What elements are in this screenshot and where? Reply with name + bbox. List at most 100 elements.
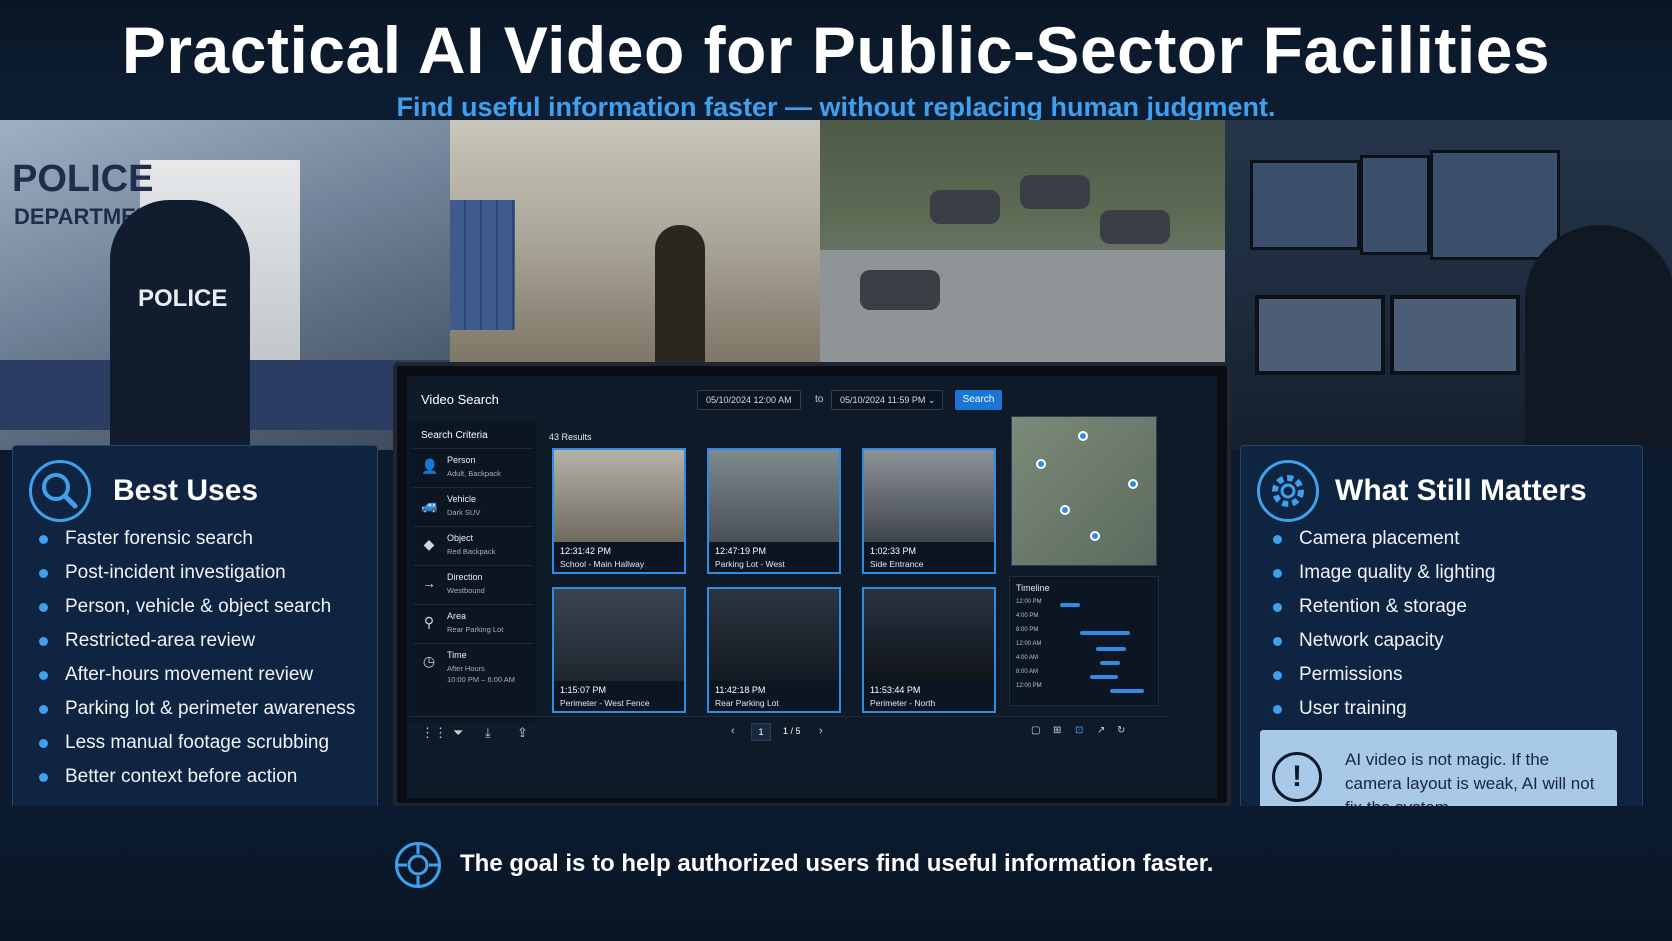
date-to-field[interactable]: 05/10/2024 11:59 PM ⌄ <box>831 390 943 410</box>
best-uses-item: Person, vehicle & object search <box>39 590 355 624</box>
arrow-right-icon: → <box>422 575 436 591</box>
criteria-title: Search Criteria <box>421 430 488 441</box>
prev-page-icon[interactable]: ‹ <box>731 725 735 737</box>
criteria-value: Dark SUV <box>447 508 481 517</box>
what-still-matters-item: Image quality & lighting <box>1273 556 1495 590</box>
best-uses-item: Better context before action <box>39 760 355 794</box>
best-uses-item: Less manual footage scrubbing <box>39 726 355 760</box>
map-pin-icon[interactable] <box>1036 459 1046 469</box>
student-figure <box>655 225 705 365</box>
result-thumbnail[interactable]: 12:31:42 PM School - Main Hallway <box>552 448 686 574</box>
result-thumbnail[interactable]: 11:42:18 PM Rear Parking Lot <box>707 587 841 713</box>
what-still-matters-list: Camera placement Image quality & lighting… <box>1273 522 1495 726</box>
timeline-event-bar[interactable] <box>1096 647 1126 651</box>
timeline-title: Timeline <box>1016 583 1050 593</box>
criteria-value: After Hours <box>447 664 485 673</box>
page-subtitle: Find useful information faster — without… <box>396 92 1276 122</box>
police-wall-sign: POLICE <box>12 158 154 200</box>
date-separator: to <box>815 394 824 405</box>
lockers <box>450 200 515 330</box>
result-location: Rear Parking Lot <box>715 698 779 708</box>
police-officer-figure <box>110 200 250 450</box>
timeline-label: 12:00 PM <box>1016 599 1042 605</box>
thumbnail-image <box>709 450 839 542</box>
result-time: 11:42:18 PM <box>715 685 766 695</box>
crosshair-icon <box>395 842 441 888</box>
parked-car <box>1020 175 1090 209</box>
expand-icon[interactable]: ↗ <box>1097 725 1105 736</box>
grid-icon[interactable]: ⋮⋮ <box>421 725 447 741</box>
criteria-item-direction[interactable]: → Direction Westbound <box>413 565 533 603</box>
criteria-name: Direction <box>447 572 483 582</box>
refresh-icon[interactable]: ↻ <box>1117 725 1125 736</box>
next-page-icon[interactable]: › <box>819 725 823 737</box>
best-uses-item: Restricted-area review <box>39 624 355 658</box>
date-from-field[interactable]: 05/10/2024 12:00 AM <box>697 390 801 410</box>
layout-single-icon[interactable]: ▢ <box>1031 725 1040 736</box>
what-still-matters-item: Camera placement <box>1273 522 1495 556</box>
criteria-item-vehicle[interactable]: 🚙 Vehicle Dark SUV <box>413 487 533 525</box>
result-thumbnail[interactable]: 12:47:19 PM Parking Lot - West <box>707 448 841 574</box>
result-time: 1:02:33 PM <box>870 546 917 556</box>
result-thumbnail[interactable]: 1:02:33 PM Side Entrance <box>862 448 996 574</box>
gear-icon <box>1257 460 1319 522</box>
person-icon: 👤 <box>421 458 439 474</box>
parking-lot-photo <box>820 120 1225 365</box>
operator-figure <box>1525 225 1672 450</box>
timeline-event-bar[interactable] <box>1080 631 1130 635</box>
timeline-label: 12:00 PM <box>1016 683 1042 689</box>
timeline-label: 12:00 AM <box>1016 641 1042 647</box>
officer-vest-label: POLICE <box>138 285 228 312</box>
exclamation-icon: ! <box>1272 752 1322 802</box>
result-thumbnail[interactable]: 1:15:07 PM Perimeter - West Fence <box>552 587 686 713</box>
wall-monitor <box>1250 160 1360 250</box>
what-still-matters-title: What Still Matters <box>1335 474 1587 507</box>
bottom-toolbar: ⋮⋮ ⏷ ⤓ ⇪ ‹ 1 1 / 5 › ▢ ⊞ ⊡ ↗ ↻ <box>409 716 1169 746</box>
timeline-event-bar[interactable] <box>1110 689 1144 693</box>
page-indicator: 1 / 5 <box>783 726 801 736</box>
map-pin-icon[interactable] <box>1090 531 1100 541</box>
share-icon[interactable]: ⇪ <box>517 725 528 741</box>
result-thumbnail[interactable]: 11:53:44 PM Perimeter - North <box>862 587 996 713</box>
criteria-value-2: 10:00 PM – 6:00 AM <box>447 675 515 684</box>
map-view[interactable] <box>1011 416 1157 566</box>
result-time: 11:53:44 PM <box>870 685 921 695</box>
layout-grid-icon[interactable]: ⊞ <box>1053 725 1061 736</box>
what-still-matters-item: Network capacity <box>1273 624 1495 658</box>
search-icon <box>29 460 91 522</box>
timeline-label: 8:00 PM <box>1016 627 1039 633</box>
best-uses-item: Post-incident investigation <box>39 556 355 590</box>
filter-icon[interactable]: ⏷ <box>453 725 463 741</box>
operations-center-photo <box>1225 120 1672 450</box>
criteria-value: Red Backpack <box>447 547 496 556</box>
map-pin-icon: ⚲ <box>423 614 435 630</box>
video-search-app: Video Search 05/10/2024 12:00 AM to 05/1… <box>407 376 1217 798</box>
criteria-item-person[interactable]: 👤 Person Adult, Backpack <box>413 448 533 486</box>
parked-car <box>930 190 1000 224</box>
what-still-matters-item: User training <box>1273 692 1495 726</box>
suv-car <box>860 270 940 310</box>
current-page-box[interactable]: 1 <box>751 723 771 741</box>
what-still-matters-item: Retention & storage <box>1273 590 1495 624</box>
timeline-event-bar[interactable] <box>1090 675 1118 679</box>
search-button[interactable]: Search <box>955 390 1002 410</box>
criteria-item-time[interactable]: ◷ Time After Hours 10:00 PM – 6:00 AM <box>413 643 533 684</box>
map-pin-icon[interactable] <box>1060 505 1070 515</box>
clock-icon: ◷ <box>422 653 436 669</box>
best-uses-item: Parking lot & perimeter awareness <box>39 692 355 726</box>
timeline-event-bar[interactable] <box>1100 661 1120 665</box>
timeline-event-bar[interactable] <box>1060 603 1080 607</box>
criteria-item-area[interactable]: ⚲ Area Rear Parking Lot <box>413 604 533 642</box>
footer-bar: The goal is to help authorized users fin… <box>0 806 1672 941</box>
criteria-item-object[interactable]: ◆ Object Red Backpack <box>413 526 533 564</box>
layout-tiles-icon[interactable]: ⊡ <box>1075 725 1083 736</box>
search-criteria-panel: Search Criteria 👤 Person Adult, Backpack 🚙 V… <box>409 422 537 722</box>
best-uses-panel: Best Uses Faster forensic search Post-inc… <box>12 445 378 841</box>
map-pin-icon[interactable] <box>1078 431 1088 441</box>
criteria-value: Adult, Backpack <box>447 469 501 478</box>
wall-monitor <box>1430 150 1560 260</box>
download-icon[interactable]: ⤓ <box>485 725 491 741</box>
cube-icon: ◆ <box>423 536 435 552</box>
footer-text: The goal is to help authorized users fin… <box>460 850 1214 877</box>
map-pin-icon[interactable] <box>1128 479 1138 489</box>
